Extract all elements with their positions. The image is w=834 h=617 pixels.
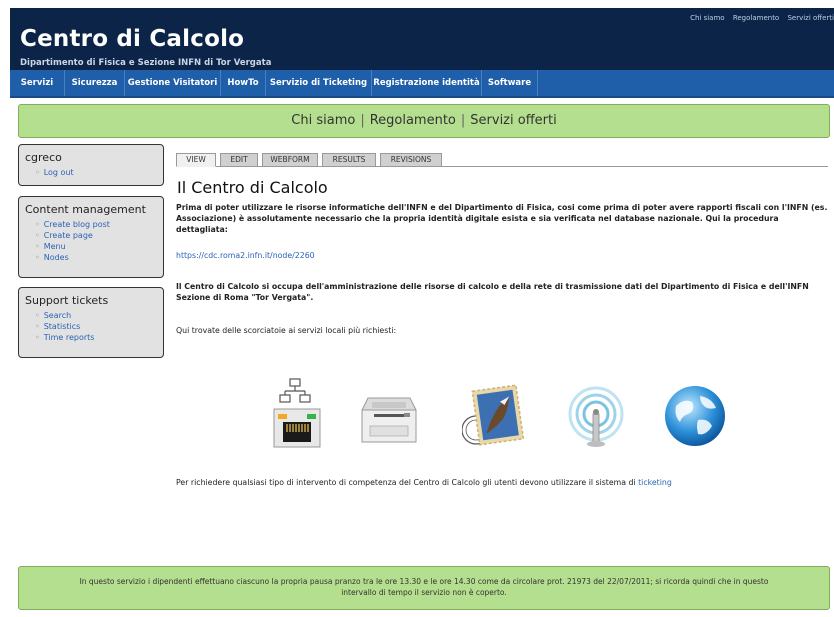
tab-results[interactable]: RESULTS — [322, 153, 376, 167]
create-blog-post-link[interactable]: Create blog post — [35, 219, 163, 230]
description-paragraph: Il Centro di Calcolo si occupa dell'ammi… — [176, 282, 809, 302]
ticketing-link[interactable]: ticketing — [638, 478, 672, 487]
tab-edit[interactable]: EDIT — [220, 153, 258, 167]
nav-item-gestione-visitatori[interactable]: Gestione Visitatori — [125, 70, 221, 96]
notice-line-1: In questo servizio i dipendenti effettua… — [79, 577, 769, 586]
quick-link-regolamento[interactable]: Regolamento — [370, 113, 456, 128]
shortcut-icons — [270, 376, 725, 451]
statistics-link[interactable]: Statistics — [35, 321, 163, 332]
intro-paragraph: Prima di poter utilizzare le risorse inf… — [176, 203, 828, 234]
block-title: Support tickets — [25, 294, 109, 307]
site-subtitle: Dipartimento di Fisica e Sezione INFN di… — [20, 58, 272, 68]
nav-item-servizi[interactable]: Servizi — [10, 70, 65, 96]
content-tabs: VIEW EDIT WEBFORM RESULTS REVISIONS — [176, 153, 828, 167]
globe-icon[interactable] — [662, 376, 728, 451]
wifi-icon[interactable] — [566, 376, 626, 451]
nav-item-registrazione[interactable]: Registrazione identità — [372, 70, 482, 96]
search-link[interactable]: Search — [35, 310, 163, 321]
main-nav: Servizi Sicurezza Gestione Visitatori Ho… — [10, 70, 834, 98]
user-block: cgreco Log out — [18, 144, 164, 186]
menu-link[interactable]: Menu — [35, 241, 163, 252]
nav-item-sicurezza[interactable]: Sicurezza — [65, 70, 125, 96]
tab-revisions[interactable]: REVISIONS — [380, 153, 442, 167]
separator: | — [460, 113, 466, 128]
nav-item-howto[interactable]: HowTo — [221, 70, 266, 96]
ticketing-text: Per richiedere qualsiasi tipo di interve… — [176, 478, 639, 487]
separator: | — [360, 113, 365, 128]
top-links: Chi siamo Regolamento Servizi offerti — [684, 14, 834, 22]
username: cgreco — [25, 151, 62, 164]
network-icon[interactable] — [270, 376, 326, 451]
top-link-chi-siamo[interactable]: Chi siamo — [690, 14, 724, 22]
support-tickets-block: Support tickets Search Statistics Time r… — [18, 287, 164, 358]
logout-link[interactable]: Log out — [35, 167, 163, 178]
printer-icon[interactable] — [356, 376, 422, 451]
top-link-regolamento[interactable]: Regolamento — [733, 14, 779, 22]
lunch-break-notice: In questo servizio i dipendenti effettua… — [18, 566, 830, 610]
tab-webform[interactable]: WEBFORM — [262, 153, 318, 167]
ticketing-paragraph: Per richiedere qualsiasi tipo di interve… — [176, 477, 828, 488]
time-reports-link[interactable]: Time reports — [35, 332, 163, 343]
top-link-servizi-offerti[interactable]: Servizi offerti — [787, 14, 834, 22]
block-title: Content management — [25, 203, 146, 216]
content-management-block: Content management Create blog post Crea… — [18, 196, 164, 278]
page-title: Il Centro di Calcolo — [177, 178, 328, 197]
nav-item-ticketing[interactable]: Servizio di Ticketing — [266, 70, 372, 96]
quick-link-chi-siamo[interactable]: Chi siamo — [291, 113, 355, 128]
nodes-link[interactable]: Nodes — [35, 252, 163, 263]
shortcuts-paragraph: Qui trovate delle scorciatoie ai servizi… — [176, 326, 397, 335]
site-header: Centro di Calcolo Dipartimento di Fisica… — [10, 8, 834, 70]
procedure-link[interactable]: https://cdc.roma2.infn.it/node/2260 — [176, 250, 828, 261]
quick-link-servizi-offerti[interactable]: Servizi offerti — [470, 113, 556, 128]
tab-view[interactable]: VIEW — [176, 153, 216, 167]
notice-line-2: intervallo di tempo il servizio non è co… — [341, 588, 507, 597]
quick-links-bar: Chi siamo | Regolamento | Servizi offerti — [18, 104, 830, 138]
site-title[interactable]: Centro di Calcolo — [20, 26, 244, 52]
nav-item-software[interactable]: Software — [482, 70, 538, 96]
create-page-link[interactable]: Create page — [35, 230, 163, 241]
mail-icon[interactable] — [462, 376, 526, 451]
